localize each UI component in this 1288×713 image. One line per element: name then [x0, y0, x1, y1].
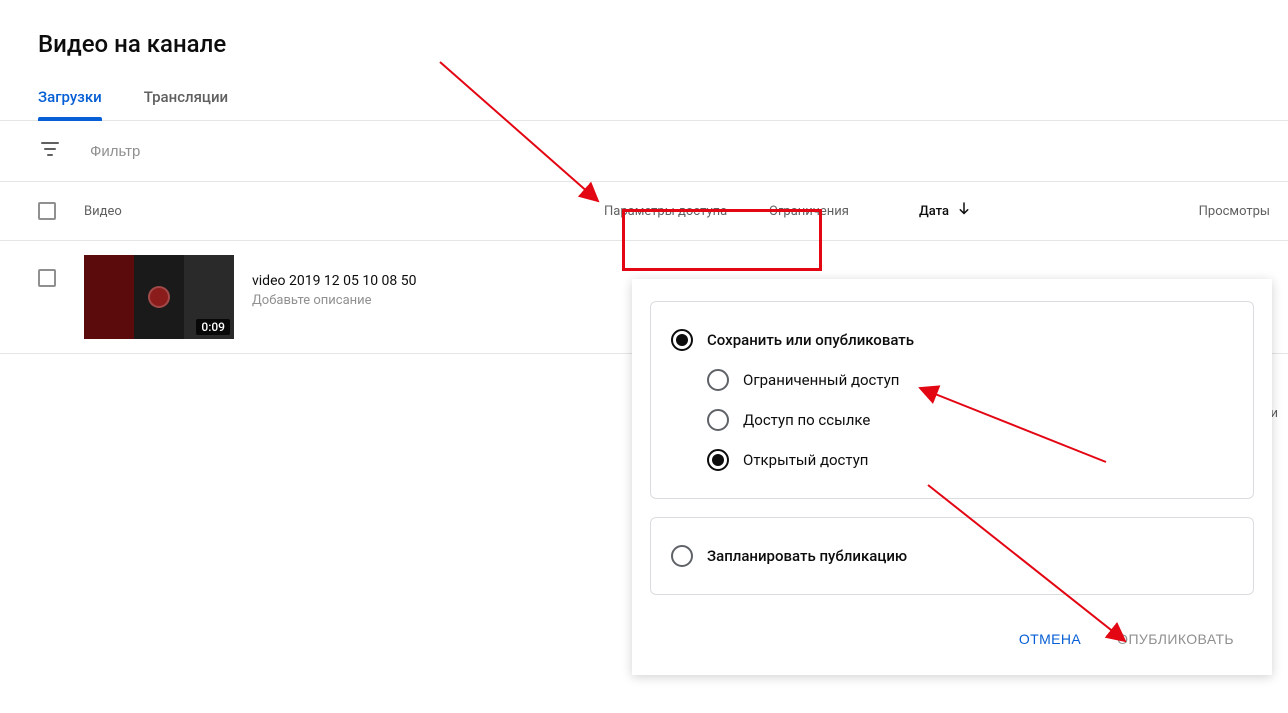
video-description-placeholder[interactable]: Добавьте описание — [252, 293, 416, 308]
radio-icon — [671, 545, 693, 567]
video-thumbnail[interactable]: 0:09 — [84, 255, 234, 339]
video-duration: 0:09 — [196, 319, 230, 335]
radio-schedule[interactable]: Запланировать публикацию — [671, 536, 1233, 576]
radio-public[interactable]: Открытый доступ — [707, 440, 1233, 480]
radio-label: Сохранить или опубликовать — [707, 331, 914, 349]
thumbnail-logo-icon — [148, 286, 170, 308]
filter-input[interactable] — [90, 143, 390, 160]
table-header: Видео Параметры доступа Ограничения Дата… — [0, 182, 1288, 241]
arrow-down-icon — [955, 200, 973, 222]
column-video: Видео — [84, 204, 604, 219]
select-all-checkbox[interactable] — [38, 202, 56, 220]
column-restrictions[interactable]: Ограничения — [769, 204, 919, 219]
radio-save-or-publish[interactable]: Сохранить или опубликовать — [671, 320, 1233, 360]
visibility-popup: Сохранить или опубликовать Ограниченный … — [632, 279, 1272, 675]
video-title[interactable]: video 2019 12 05 10 08 50 — [252, 273, 416, 289]
column-date-label: Дата — [919, 204, 949, 219]
column-views[interactable]: Просмотры — [1199, 204, 1270, 219]
radio-unlisted[interactable]: Доступ по ссылке — [707, 400, 1233, 440]
radio-icon — [707, 369, 729, 391]
save-publish-group: Сохранить или опубликовать Ограниченный … — [650, 301, 1254, 499]
tab-live[interactable]: Трансляции — [144, 78, 228, 120]
radio-label: Доступ по ссылке — [743, 411, 870, 429]
video-meta: video 2019 12 05 10 08 50 Добавьте описа… — [252, 255, 416, 308]
popup-actions: ОТМЕНА ОПУБЛИКОВАТЬ — [650, 613, 1254, 661]
page-title: Видео на канале — [0, 0, 1288, 78]
column-date[interactable]: Дата — [919, 200, 1059, 222]
schedule-group: Запланировать публикацию — [650, 517, 1254, 595]
filter-bar — [0, 121, 1288, 182]
radio-private[interactable]: Ограниченный доступ — [707, 360, 1233, 400]
radio-icon — [671, 329, 693, 351]
publish-button[interactable]: ОПУБЛИКОВАТЬ — [1111, 623, 1240, 655]
radio-icon — [707, 409, 729, 431]
radio-icon — [707, 449, 729, 471]
radio-label: Ограниченный доступ — [743, 371, 899, 389]
row-checkbox[interactable] — [38, 269, 56, 287]
tab-uploads[interactable]: Загрузки — [38, 78, 102, 120]
cancel-button[interactable]: ОТМЕНА — [1013, 623, 1087, 655]
tabs: Загрузки Трансляции — [0, 78, 1288, 121]
radio-label: Запланировать публикацию — [707, 547, 907, 565]
radio-label: Открытый доступ — [743, 451, 868, 469]
filter-icon[interactable] — [38, 137, 62, 165]
column-access[interactable]: Параметры доступа — [604, 204, 769, 219]
